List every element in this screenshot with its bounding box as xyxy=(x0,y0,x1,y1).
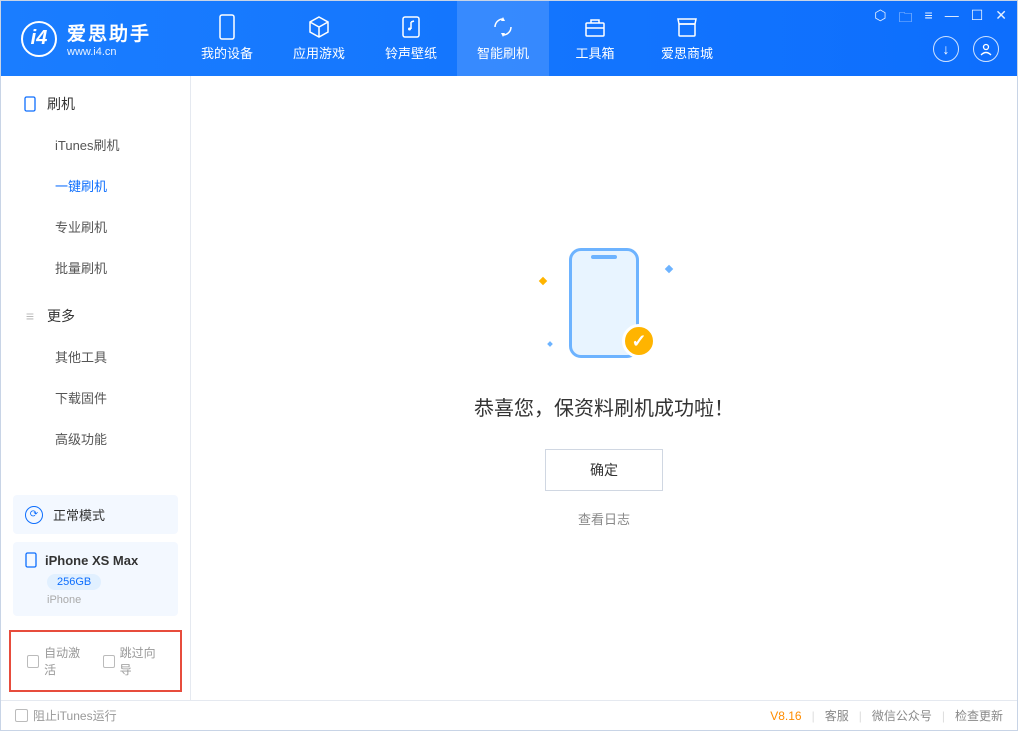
checkbox-label: 跳过向导 xyxy=(120,644,164,678)
success-illustration: ✓ xyxy=(534,248,674,368)
store-icon xyxy=(675,15,699,39)
tab-label: 铃声壁纸 xyxy=(385,43,437,62)
block-itunes-checkbox[interactable]: 阻止iTunes运行 xyxy=(15,707,117,724)
device-icon xyxy=(23,97,37,111)
tab-label: 爱思商城 xyxy=(661,43,713,62)
tab-apps-games[interactable]: 应用游戏 xyxy=(273,1,365,76)
tab-label: 工具箱 xyxy=(576,43,615,62)
sidebar-section-more: ≡ 更多 xyxy=(1,306,190,336)
checkbox-label: 自动激活 xyxy=(44,644,88,678)
check-badge-icon: ✓ xyxy=(622,324,656,358)
sidebar-item-oneclick-flash[interactable]: 一键刷机 xyxy=(1,165,190,206)
lock-icon[interactable]: 🗀 xyxy=(899,7,913,31)
status-label: 正常模式 xyxy=(53,505,105,524)
menu-icon[interactable]: ≡ xyxy=(925,7,933,31)
device-card[interactable]: iPhone XS Max 256GB iPhone xyxy=(13,542,178,616)
device-type: iPhone xyxy=(47,594,166,606)
wechat-link[interactable]: 微信公众号 xyxy=(872,707,932,724)
checkbox-icon xyxy=(27,655,39,668)
device-phone-icon xyxy=(25,552,37,568)
minimize-button[interactable]: ― xyxy=(945,7,959,31)
sidebar-item-advanced[interactable]: 高级功能 xyxy=(1,418,190,459)
confirm-button[interactable]: 确定 xyxy=(545,449,663,491)
auto-activate-checkbox[interactable]: 自动激活 xyxy=(27,644,89,678)
section-title: 更多 xyxy=(47,306,75,326)
tab-ringtones-wallpapers[interactable]: 铃声壁纸 xyxy=(365,1,457,76)
status-normal-icon: ⟳ xyxy=(25,506,43,524)
header-actions: ↓ xyxy=(933,36,999,62)
close-button[interactable]: ✕ xyxy=(995,7,1007,31)
toolbox-icon xyxy=(583,15,607,39)
sidebar-item-other-tools[interactable]: 其他工具 xyxy=(1,336,190,377)
checkbox-icon xyxy=(103,655,115,668)
sidebar-item-itunes-flash[interactable]: iTunes刷机 xyxy=(1,124,190,165)
support-link[interactable]: 客服 xyxy=(825,707,849,724)
checkbox-label: 阻止iTunes运行 xyxy=(33,707,117,724)
app-header: i4 爱思助手 www.i4.cn 我的设备 应用游戏 铃声壁纸 智能刷机 工具… xyxy=(1,1,1017,76)
tab-toolbox[interactable]: 工具箱 xyxy=(549,1,641,76)
sidebar: 刷机 iTunes刷机 一键刷机 专业刷机 批量刷机 ≡ 更多 其他工具 下载固… xyxy=(1,76,191,700)
maximize-button[interactable]: ☐ xyxy=(971,7,984,31)
sidebar-item-download-firmware[interactable]: 下载固件 xyxy=(1,377,190,418)
tab-label: 应用游戏 xyxy=(293,43,345,62)
checkbox-icon xyxy=(15,709,28,722)
window-controls: ⬡ 🗀 ≡ ― ☐ ✕ xyxy=(874,7,1007,31)
tab-label: 我的设备 xyxy=(201,43,253,62)
tab-label: 智能刷机 xyxy=(477,43,529,62)
options-row: 自动激活 跳过向导 xyxy=(9,630,182,692)
view-log-link[interactable]: 查看日志 xyxy=(578,509,630,528)
device-status-card[interactable]: ⟳ 正常模式 xyxy=(13,495,178,534)
download-icon[interactable]: ↓ xyxy=(933,36,959,62)
skip-guide-checkbox[interactable]: 跳过向导 xyxy=(103,644,165,678)
nav-tabs: 我的设备 应用游戏 铃声壁纸 智能刷机 工具箱 爱思商城 xyxy=(181,1,733,76)
device-storage-badge: 256GB xyxy=(47,574,101,590)
main-content: ✓ 恭喜您，保资料刷机成功啦！ 确定 查看日志 xyxy=(191,76,1017,700)
version-label: V8.16 xyxy=(770,709,801,723)
music-icon xyxy=(399,15,423,39)
sidebar-section-flash: 刷机 xyxy=(1,94,190,124)
logo-icon: i4 xyxy=(21,21,57,57)
device-name: iPhone XS Max xyxy=(45,553,138,568)
app-url: www.i4.cn xyxy=(67,46,151,58)
success-title: 恭喜您，保资料刷机成功啦！ xyxy=(474,392,734,421)
refresh-icon xyxy=(491,15,515,39)
tab-my-device[interactable]: 我的设备 xyxy=(181,1,273,76)
tab-store[interactable]: 爱思商城 xyxy=(641,1,733,76)
shirt-icon[interactable]: ⬡ xyxy=(874,7,886,31)
tab-smart-flash[interactable]: 智能刷机 xyxy=(457,1,549,76)
app-title: 爱思助手 xyxy=(67,19,151,46)
sidebar-item-pro-flash[interactable]: 专业刷机 xyxy=(1,206,190,247)
phone-icon xyxy=(215,15,239,39)
list-icon: ≡ xyxy=(23,309,37,323)
footer: 阻止iTunes运行 V8.16 | 客服 | 微信公众号 | 检查更新 xyxy=(1,700,1017,730)
app-logo: i4 爱思助手 www.i4.cn xyxy=(1,19,171,58)
sidebar-item-batch-flash[interactable]: 批量刷机 xyxy=(1,247,190,288)
cube-icon xyxy=(307,15,331,39)
check-update-link[interactable]: 检查更新 xyxy=(955,707,1003,724)
section-title: 刷机 xyxy=(47,94,75,114)
user-icon[interactable] xyxy=(973,36,999,62)
